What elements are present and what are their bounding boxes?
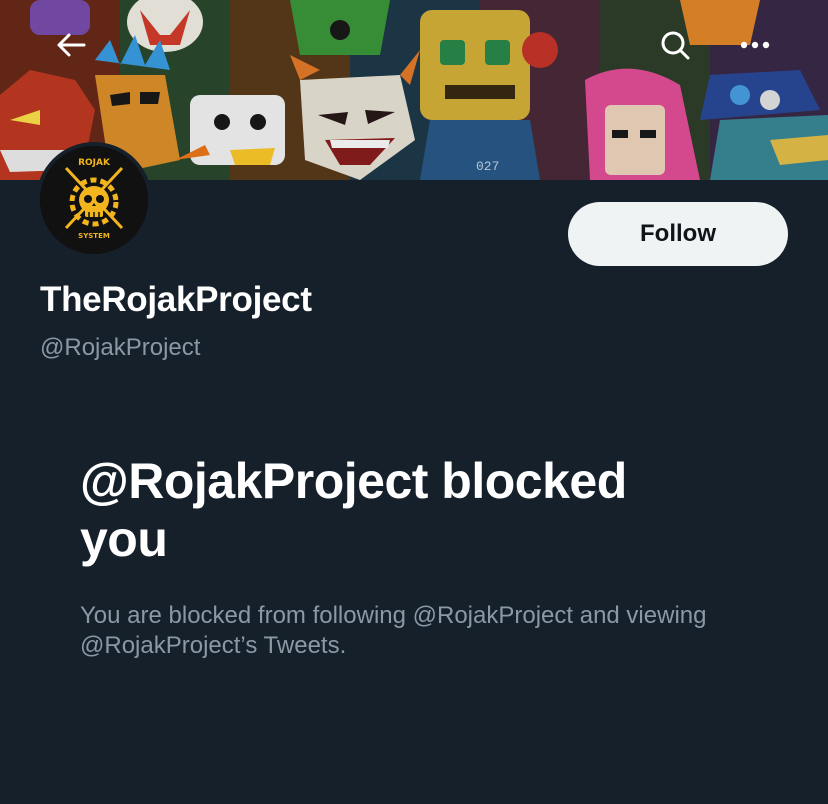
profile-page: 027 ROJAK SYSTEM Follow TheRojakProject … (0, 0, 828, 804)
search-icon (661, 31, 690, 60)
follow-button[interactable]: Follow (568, 202, 788, 266)
avatar-image: ROJAK SYSTEM (40, 146, 148, 254)
more-dots-icon (740, 41, 770, 49)
back-arrow-icon (57, 33, 86, 57)
display-name: TheRojakProject (40, 280, 312, 319)
search-button[interactable] (654, 24, 696, 66)
skull-logo-icon: ROJAK SYSTEM (40, 146, 148, 254)
back-button[interactable] (50, 24, 92, 66)
more-options-button[interactable] (734, 24, 776, 66)
avatar-logo-text-bottom: SYSTEM (78, 232, 110, 240)
blocked-title: @RojakProject blocked you (80, 453, 627, 567)
blocked-description: You are blocked from following @RojakPro… (80, 602, 707, 659)
user-handle: @RojakProject (40, 334, 201, 361)
avatar[interactable]: ROJAK SYSTEM (36, 142, 152, 258)
avatar-logo-text-top: ROJAK (78, 158, 111, 168)
